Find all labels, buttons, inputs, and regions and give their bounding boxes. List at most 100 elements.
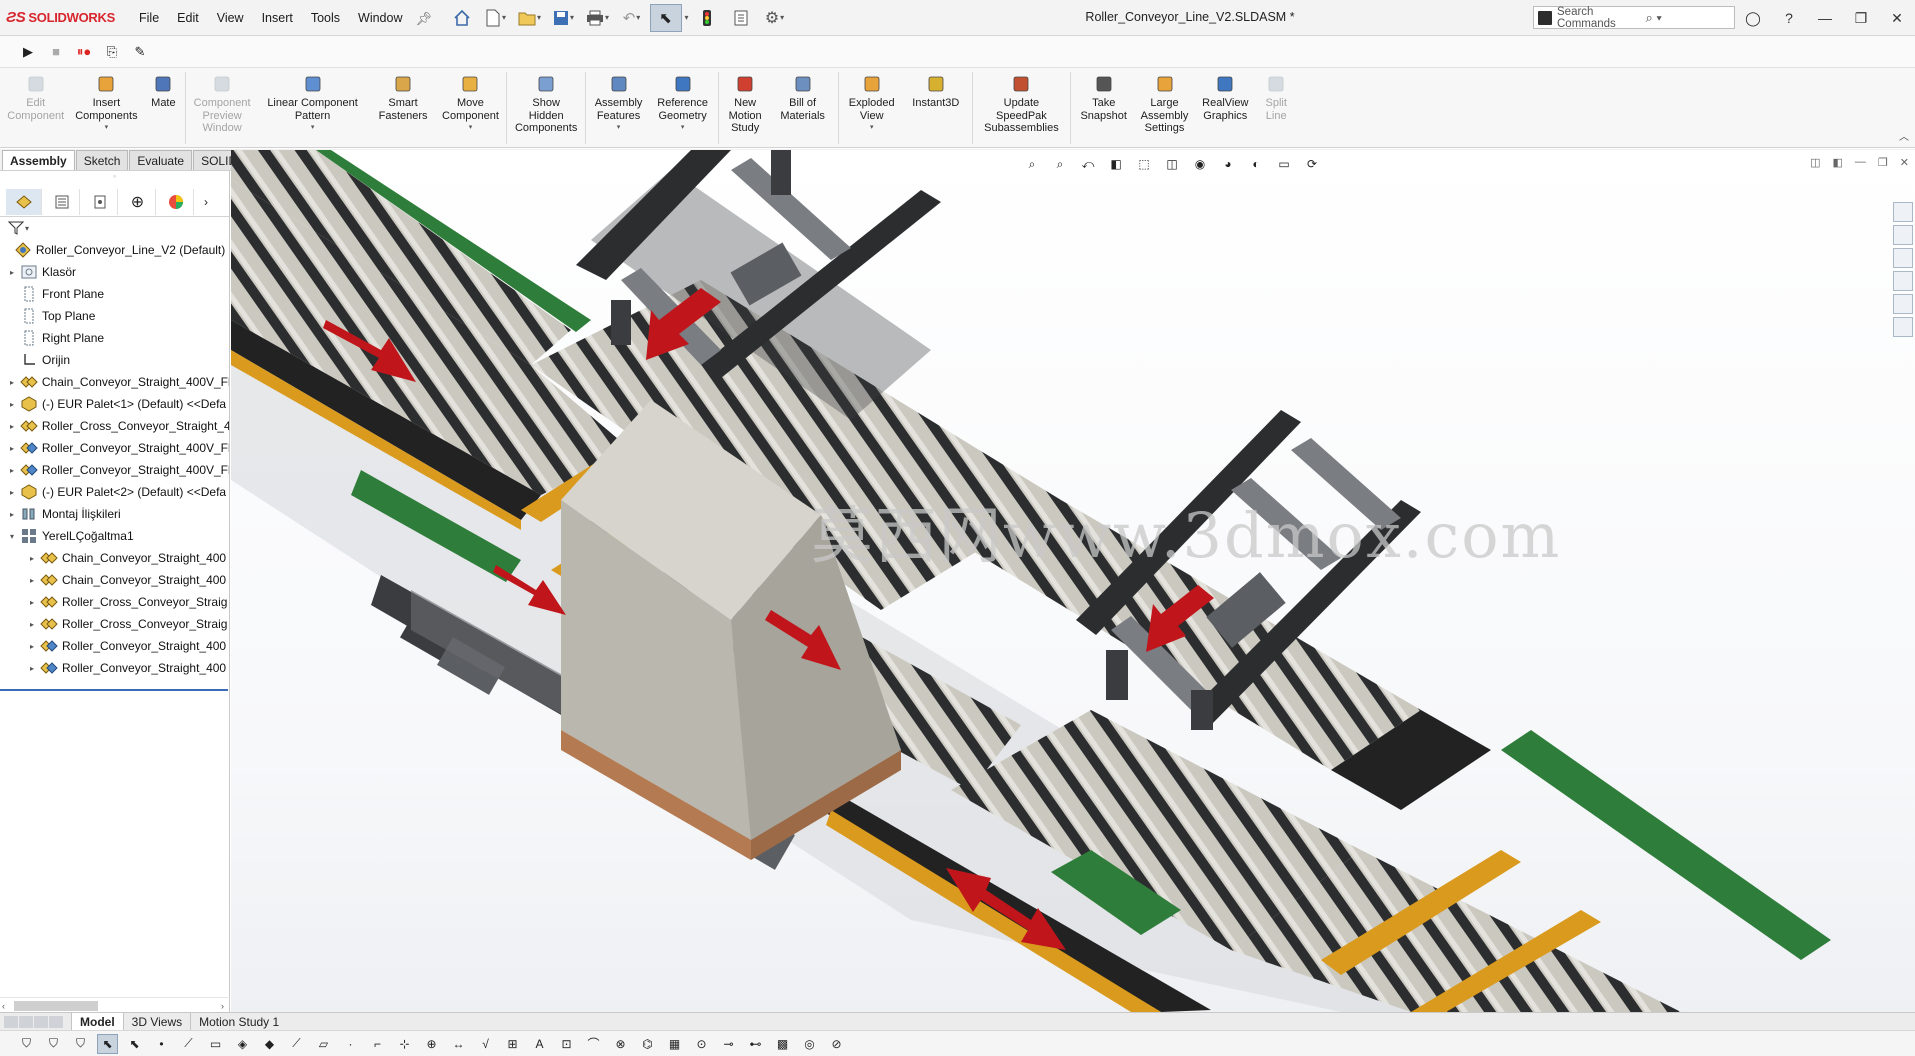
tab-motion-study-1[interactable]: Motion Study 1 bbox=[190, 1013, 287, 1030]
record-macro-icon[interactable]: ⏸︎● bbox=[74, 42, 94, 62]
zoom-area-icon[interactable]: ⌕ bbox=[1049, 154, 1071, 174]
file-explorer-icon[interactable] bbox=[1893, 248, 1913, 268]
filter-notes-icon[interactable]: A bbox=[529, 1034, 550, 1054]
menu-view[interactable]: View bbox=[208, 11, 253, 25]
viewport-close-icon[interactable]: ✕ bbox=[1900, 156, 1909, 169]
tree-item[interactable]: ▸ Roller_Conveyor_Straight_400 bbox=[0, 657, 229, 679]
scroll-left-icon[interactable]: ‹ bbox=[2, 1001, 5, 1011]
tree-item[interactable]: ▸ Roller_Cross_Conveyor_Straig bbox=[0, 591, 229, 613]
smart-fasteners-button[interactable]: Smart Fasteners bbox=[369, 68, 436, 146]
expand-toggle-icon[interactable]: ▸ bbox=[26, 598, 38, 607]
expand-toggle-icon[interactable]: ▸ bbox=[6, 268, 18, 277]
filter-datum-feature-icon[interactable]: ⊡ bbox=[556, 1034, 577, 1054]
viewport-restore-icon[interactable]: ❐ bbox=[1878, 156, 1888, 169]
dropdown-caret-icon[interactable]: ▾ bbox=[105, 123, 109, 131]
edit-macro-icon[interactable]: ✎ bbox=[130, 42, 150, 62]
tree-item[interactable]: ▸ (-) EUR Palet<1> (Default) <<Defa bbox=[0, 393, 229, 415]
filter-edges-icon[interactable]: ⟋ bbox=[178, 1034, 199, 1054]
hide-show-items-icon[interactable]: ◉ bbox=[1189, 154, 1211, 174]
configurationmanager-tab-icon[interactable] bbox=[82, 188, 118, 215]
select-other-icon[interactable]: ⬉ bbox=[124, 1034, 145, 1054]
filter-all-icon[interactable]: ⛉ bbox=[70, 1034, 91, 1054]
exploded-view-button[interactable]: Exploded View ▾ bbox=[841, 68, 902, 146]
dropdown-caret-icon[interactable]: ▾ bbox=[617, 123, 621, 131]
assembly-features-button[interactable]: Assembly Features ▾ bbox=[588, 68, 649, 146]
minimize-button[interactable]: — bbox=[1807, 0, 1843, 36]
filter-clear-icon[interactable]: ⛉ bbox=[43, 1034, 64, 1054]
expand-toggle-icon[interactable]: ▸ bbox=[6, 400, 18, 409]
propertymanager-tab-icon[interactable] bbox=[44, 188, 80, 215]
select-cursor-icon[interactable]: ⬉ bbox=[649, 3, 682, 32]
filter-faces-icon[interactable]: ▭ bbox=[205, 1034, 226, 1054]
menu-tools[interactable]: Tools bbox=[302, 11, 349, 25]
large-assembly-button[interactable]: Large Assembly Settings bbox=[1134, 68, 1195, 146]
filter-mesh-icon[interactable]: ▩ bbox=[772, 1034, 793, 1054]
dropdown-caret-icon[interactable]: ▾ bbox=[469, 123, 473, 131]
filter-planes-icon[interactable]: ▱ bbox=[313, 1034, 334, 1054]
run-macro-icon[interactable]: ▶ bbox=[18, 42, 38, 62]
view-orientation-icon[interactable]: ⬚ bbox=[1133, 154, 1155, 174]
dimxpert-tab-icon[interactable]: ⊕ bbox=[120, 188, 156, 215]
filter-dimensions-icon[interactable]: ↔ bbox=[448, 1034, 469, 1054]
appearances-icon[interactable] bbox=[1893, 294, 1913, 314]
split-horizontal-icon[interactable]: ◫ bbox=[1810, 156, 1820, 169]
file-properties-icon[interactable] bbox=[725, 4, 757, 32]
motion-study-button[interactable]: New Motion Study bbox=[721, 68, 769, 146]
display-style-icon[interactable]: ◫ bbox=[1161, 154, 1183, 174]
menu-file[interactable]: File bbox=[130, 11, 168, 25]
user-account-icon[interactable]: ◯ bbox=[1735, 0, 1771, 36]
zoom-to-fit-icon[interactable]: ⌕ bbox=[1021, 154, 1043, 174]
expand-toggle-icon[interactable]: ▸ bbox=[6, 466, 18, 475]
view-palette-icon[interactable] bbox=[1893, 271, 1913, 291]
new-macro-icon[interactable]: ⎘ bbox=[102, 42, 122, 62]
filter-solid-bodies-icon[interactable]: ◆ bbox=[259, 1034, 280, 1054]
tree-item[interactable]: Top Plane bbox=[0, 305, 229, 327]
tree-item[interactable]: Right Plane bbox=[0, 327, 229, 349]
edit-appearance-icon[interactable]: ◕ bbox=[1217, 154, 1239, 174]
dropdown-caret-icon[interactable]: ▾ bbox=[681, 123, 685, 131]
tree-item[interactable]: Roller_Conveyor_Line_V2 (Default) <D bbox=[0, 239, 229, 261]
undo-icon[interactable]: ↶ ▾ bbox=[616, 4, 648, 32]
tree-item[interactable]: ▸ Montaj İlişkileri bbox=[0, 503, 229, 525]
filter-datum-targets-icon[interactable]: ⊗ bbox=[610, 1034, 631, 1054]
menu-insert[interactable]: Insert bbox=[253, 11, 302, 25]
solidworks-resources-icon[interactable] bbox=[1893, 202, 1913, 222]
scroll-thumb[interactable] bbox=[14, 1001, 98, 1011]
bom-button[interactable]: Bill of Materials bbox=[769, 68, 836, 146]
expand-toggle-icon[interactable]: ▸ bbox=[6, 422, 18, 431]
expand-toggle-icon[interactable]: ▾ bbox=[6, 532, 18, 541]
tab-model[interactable]: Model bbox=[71, 1013, 123, 1030]
move-component-button[interactable]: Move Component ▾ bbox=[437, 68, 504, 146]
close-button[interactable]: ✕ bbox=[1879, 0, 1915, 36]
filter-cosmetic-threads-icon[interactable]: ⌬ bbox=[637, 1034, 658, 1054]
graphics-area[interactable]: ⌕ ⌕ ⤺ ◧ ⬚ ◫ ◉ ◕ ◐ ▭ ⟳ ◫ ◧ — ❐ ✕ 莫西网www.3… bbox=[231, 150, 1915, 1012]
tree-item[interactable]: Orijin bbox=[0, 349, 229, 371]
stop-macro-icon[interactable]: ■ bbox=[46, 42, 66, 62]
expand-toggle-icon[interactable]: ▸ bbox=[6, 378, 18, 387]
traffic-light-icon[interactable] bbox=[691, 4, 723, 32]
expand-toggle-icon[interactable]: ▸ bbox=[26, 554, 38, 563]
mate-button[interactable]: Mate bbox=[143, 68, 183, 146]
search-commands-input[interactable]: Search Commands ⌕ ▾ bbox=[1533, 6, 1735, 30]
featuremanager-tab-icon[interactable] bbox=[6, 188, 42, 215]
tab-scroll-buttons[interactable] bbox=[4, 1015, 63, 1028]
tab-3d-views[interactable]: 3D Views bbox=[122, 1013, 190, 1030]
print-icon[interactable]: ▾ bbox=[582, 4, 614, 32]
open-folder-icon[interactable]: ▾ bbox=[514, 4, 546, 32]
expand-toggle-icon[interactable]: ▸ bbox=[6, 444, 18, 453]
tree-item[interactable]: ▸ Roller_Cross_Conveyor_Straight_4 bbox=[0, 415, 229, 437]
more-tabs-icon[interactable]: › bbox=[204, 195, 208, 209]
filter-icon[interactable]: ▾ bbox=[0, 217, 229, 239]
filter-weld-symbols-icon[interactable]: ⌒ bbox=[583, 1034, 604, 1054]
display-manager-tab-icon[interactable] bbox=[158, 188, 194, 215]
new-document-icon[interactable]: ▾ bbox=[480, 4, 512, 32]
tab-evaluate[interactable]: Evaluate bbox=[129, 150, 193, 170]
rotate-view-icon[interactable]: ⟳ bbox=[1301, 154, 1323, 174]
filter-routing-points-icon[interactable]: ⊷ bbox=[745, 1034, 766, 1054]
viewport-minimize-icon[interactable]: — bbox=[1855, 156, 1866, 169]
home-icon[interactable] bbox=[446, 4, 478, 32]
expand-toggle-icon[interactable]: ▸ bbox=[26, 642, 38, 651]
filter-toggle-icon[interactable]: ⛉ bbox=[16, 1034, 37, 1054]
view-settings-icon[interactable]: ▭ bbox=[1273, 154, 1295, 174]
tree-item[interactable]: ▸ Roller_Cross_Conveyor_Straig bbox=[0, 613, 229, 635]
